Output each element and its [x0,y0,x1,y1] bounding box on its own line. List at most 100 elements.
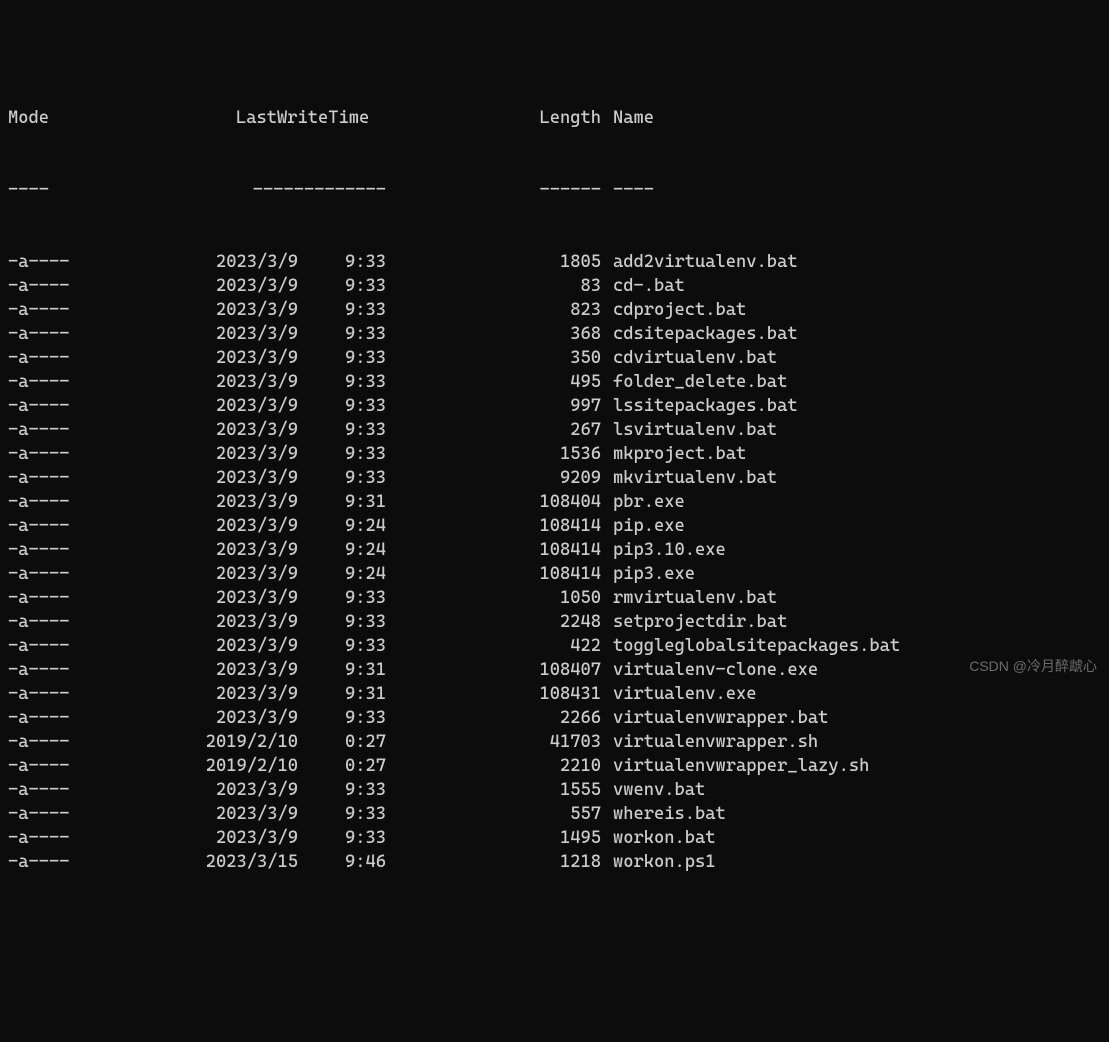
cell-name: whereis.bat [601,802,726,826]
header-lastwrite: LastWriteTime [298,106,386,130]
cell-mode: -a---- [8,586,80,610]
cell-name: add2virtualenv.bat [601,250,798,274]
cell-mode: -a---- [8,418,80,442]
cell-name: toggleglobalsitepackages.bat [601,634,900,658]
cell-mode: -a---- [8,466,80,490]
cell-date: 2023/3/9 [80,586,298,610]
cell-name: setprojectdir.bat [601,610,787,634]
cell-mode: -a---- [8,538,80,562]
cell-mode: -a---- [8,610,80,634]
cell-time: 9:33 [298,370,386,394]
cell-name: pip.exe [601,514,685,538]
table-divider-row: ---- ------------- ------ ---- [8,178,1101,202]
cell-date: 2023/3/15 [80,850,298,874]
cell-date: 2023/3/9 [80,682,298,706]
table-row: -a----2023/3/99:331050rmvirtualenv.bat [8,586,1101,610]
cell-name: virtualenvwrapper.sh [601,730,818,754]
cell-mode: -a---- [8,394,80,418]
cell-mode: -a---- [8,442,80,466]
cell-date: 2023/3/9 [80,250,298,274]
cell-length: 350 [386,346,601,370]
cell-length: 41703 [386,730,601,754]
cell-date: 2023/3/9 [80,610,298,634]
cell-time: 9:33 [298,802,386,826]
cell-time: 9:33 [298,466,386,490]
cell-time: 9:33 [298,394,386,418]
cell-date: 2023/3/9 [80,298,298,322]
cell-time: 9:33 [298,322,386,346]
cell-time: 0:27 [298,754,386,778]
cell-mode: -a---- [8,322,80,346]
cell-length: 108404 [386,490,601,514]
cell-mode: -a---- [8,346,80,370]
cell-time: 9:24 [298,538,386,562]
cell-date: 2019/2/10 [80,730,298,754]
cell-mode: -a---- [8,250,80,274]
cell-mode: -a---- [8,778,80,802]
file-listing: -a----2023/3/99:331805add2virtualenv.bat… [8,250,1101,874]
cell-name: lssitepackages.bat [601,394,798,418]
table-row: -a----2023/3/99:24108414pip3.exe [8,562,1101,586]
table-row: -a----2023/3/99:331536mkproject.bat [8,442,1101,466]
cell-date: 2023/3/9 [80,346,298,370]
cell-name: vwenv.bat [601,778,705,802]
cell-date: 2023/3/9 [80,394,298,418]
cell-time: 9:24 [298,514,386,538]
cell-length: 2210 [386,754,601,778]
cell-length: 422 [386,634,601,658]
table-header-row: Mode LastWriteTime Length Name [8,106,1101,130]
cell-mode: -a---- [8,634,80,658]
divider-lastwrite: ------------- [298,178,386,202]
cell-date: 2023/3/9 [80,514,298,538]
table-row: -a----2023/3/99:33823cdproject.bat [8,298,1101,322]
cell-name: workon.bat [601,826,716,850]
cell-length: 495 [386,370,601,394]
cell-mode: -a---- [8,850,80,874]
cell-length: 1555 [386,778,601,802]
cell-name: virtualenv.exe [601,682,757,706]
cell-time: 9:33 [298,586,386,610]
cell-name: pbr.exe [601,490,685,514]
cell-name: virtualenv-clone.exe [601,658,818,682]
cell-mode: -a---- [8,730,80,754]
cell-mode: -a---- [8,274,80,298]
cell-length: 1495 [386,826,601,850]
cell-length: 108414 [386,514,601,538]
table-row: -a----2023/3/99:33422toggleglobalsitepac… [8,634,1101,658]
cell-length: 997 [386,394,601,418]
table-row: -a----2023/3/99:331555vwenv.bat [8,778,1101,802]
cell-mode: -a---- [8,370,80,394]
table-row: -a----2023/3/99:33368cdsitepackages.bat [8,322,1101,346]
cell-length: 83 [386,274,601,298]
cell-name: cdvirtualenv.bat [601,346,777,370]
cell-time: 9:33 [298,298,386,322]
cell-length: 1218 [386,850,601,874]
cell-length: 108414 [386,538,601,562]
watermark: CSDN @冷月醉虣心 [969,654,1097,678]
cell-mode: -a---- [8,706,80,730]
cell-mode: -a---- [8,682,80,706]
cell-name: pip3.exe [601,562,695,586]
cell-time: 9:33 [298,610,386,634]
cell-name: folder_delete.bat [601,370,787,394]
table-row: -a----2023/3/99:33267lsvirtualenv.bat [8,418,1101,442]
cell-name: virtualenvwrapper_lazy.sh [601,754,869,778]
cell-date: 2023/3/9 [80,418,298,442]
cell-length: 108431 [386,682,601,706]
cell-date: 2023/3/9 [80,634,298,658]
cell-length: 108414 [386,562,601,586]
cell-date: 2019/2/10 [80,754,298,778]
cell-name: cd-.bat [601,274,685,298]
cell-mode: -a---- [8,826,80,850]
cell-time: 9:33 [298,634,386,658]
table-row: -a----2023/3/99:339209mkvirtualenv.bat [8,466,1101,490]
table-row: -a----2023/3/99:33557whereis.bat [8,802,1101,826]
cell-length: 1050 [386,586,601,610]
cell-length: 1805 [386,250,601,274]
cell-name: virtualenvwrapper.bat [601,706,828,730]
table-row: -a----2019/2/100:2741703virtualenvwrappe… [8,730,1101,754]
cell-time: 9:33 [298,250,386,274]
cell-time: 9:33 [298,826,386,850]
cell-time: 9:31 [298,490,386,514]
cell-length: 267 [386,418,601,442]
